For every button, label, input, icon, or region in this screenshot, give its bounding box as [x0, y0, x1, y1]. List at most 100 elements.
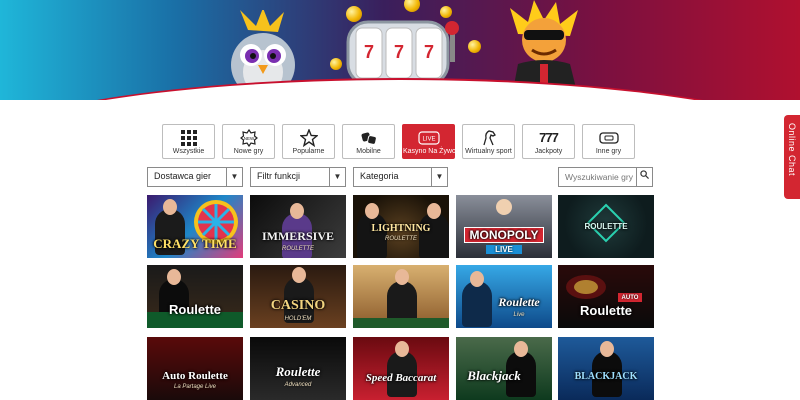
dealer-head — [290, 203, 304, 219]
game-tile-blackjack[interactable]: Blackjack — [456, 337, 552, 400]
category-label: Jackpoty — [534, 148, 563, 155]
game-tile-live-dealer[interactable] — [353, 265, 449, 328]
roulette-wheel-icon — [566, 275, 606, 299]
provider-select[interactable]: Dostawca gier ▼ — [147, 167, 243, 187]
game-subtitle: ROULETTE — [384, 236, 417, 242]
dealer-head — [395, 269, 409, 285]
svg-text:7: 7 — [394, 42, 404, 62]
online-chat-tab[interactable]: Online Chat — [784, 115, 800, 199]
dealer-head — [600, 341, 614, 357]
grid-icon — [163, 128, 214, 147]
dealer-head — [167, 269, 181, 285]
category-select[interactable]: Kategoria ▼ — [353, 167, 448, 187]
dealer-head — [470, 271, 484, 287]
features-select[interactable]: Filtr funkcji ▼ — [250, 167, 346, 187]
online-chat-label: Online Chat — [787, 123, 797, 177]
game-subtitle: LIVE — [486, 245, 522, 254]
game-title: CRAZY TIME — [153, 236, 237, 251]
chevron-down-icon: ▼ — [226, 168, 242, 186]
svg-text:7: 7 — [424, 42, 434, 62]
game-subtitle: Advanced — [284, 382, 312, 388]
category-live-casino[interactable]: LIVE Kasyno Na Żywo — [402, 124, 456, 159]
game-title: BLACKJACK — [574, 371, 638, 382]
game-subtitle: ROULETTE — [281, 246, 314, 252]
category-popular[interactable]: Popularne — [282, 124, 335, 159]
game-title: IMMERSIVE — [261, 229, 334, 243]
category-label: Kasyno Na Żywo — [403, 148, 456, 155]
dealer-head — [427, 203, 441, 219]
game-subtitle: HOLD'EM — [284, 316, 312, 322]
category-label: Nowe gry — [233, 148, 264, 155]
game-title: ROULETTE — [584, 222, 628, 231]
game-tile-auto-roulette[interactable]: AUTO Roulette — [558, 265, 654, 328]
game-title: Roulette — [275, 364, 321, 379]
features-select-value: Filtr funkcji — [257, 171, 301, 181]
game-title: Roulette — [169, 302, 221, 317]
game-subtitle: AUTO — [621, 295, 639, 301]
game-tile-lightning-roulette[interactable]: LIGHTNING ROULETTE — [353, 195, 449, 258]
game-tile-roulette-classic[interactable]: Roulette — [147, 265, 243, 328]
horse-icon — [463, 128, 514, 147]
game-title: Speed Baccarat — [365, 372, 437, 384]
game-title: MONOPOLY — [469, 228, 539, 242]
live-icon: LIVE — [403, 128, 454, 147]
game-tile-crazy-time[interactable]: CRAZY TIME — [147, 195, 243, 258]
game-title: Roulette — [580, 303, 632, 318]
game-tile-monopoly-live[interactable]: MONOPOLY LIVE — [456, 195, 552, 258]
dealer-head — [292, 267, 306, 283]
game-tile-immersive-roulette[interactable]: IMMERSIVE ROULETTE — [250, 195, 346, 258]
game-title: Roulette — [498, 295, 540, 309]
game-subtitle: Live — [513, 312, 525, 318]
game-title: Auto Roulette — [162, 370, 228, 382]
category-select-value: Kategoria — [360, 171, 399, 181]
dealer-head — [395, 341, 409, 357]
game-title: CASINO — [270, 298, 326, 313]
live-icon-text: LIVE — [422, 137, 435, 143]
search-input[interactable] — [559, 168, 637, 186]
category-mobile[interactable]: Mobilne — [342, 124, 395, 159]
category-new[interactable]: NEW Nowe gry — [222, 124, 275, 159]
coin-icon — [468, 40, 481, 53]
category-jackpots[interactable]: 777 Jackpoty — [522, 124, 575, 159]
mr-monopoly-icon — [496, 199, 512, 215]
dealer-head — [163, 199, 177, 215]
game-tile-speed-baccarat[interactable]: Speed Baccarat — [353, 337, 449, 400]
new-badge-icon: NEW — [223, 128, 274, 148]
game-tile-auto-roulette-la-partage[interactable]: Auto Roulette La Partage Live — [147, 337, 243, 400]
category-other-games[interactable]: Inne gry — [582, 124, 635, 159]
game-tile-roulette[interactable]: ROULETTE — [558, 195, 654, 258]
dealer-head — [514, 341, 528, 357]
category-label: Wszystkie — [172, 148, 205, 155]
search-icon — [640, 170, 649, 179]
game-title: Blackjack — [467, 368, 521, 383]
coin-icon — [404, 0, 420, 12]
game-search — [558, 167, 653, 187]
game-tile-roulette-live[interactable]: Roulette Live — [456, 265, 552, 328]
chevron-down-icon: ▼ — [329, 168, 345, 186]
chips-icon — [343, 128, 394, 147]
category-virtual-sport[interactable]: Wirtualny sport — [462, 124, 515, 159]
svg-text:7: 7 — [364, 42, 374, 62]
category-all[interactable]: Wszystkie — [162, 124, 215, 159]
game-subtitle: La Partage Live — [173, 384, 217, 390]
dealer-head — [365, 203, 379, 219]
table-felt — [353, 318, 449, 328]
star-icon — [283, 128, 334, 148]
hero-banner[interactable]: 7 7 7 — [0, 0, 800, 100]
category-label: Wirtualny sport — [465, 148, 512, 155]
page: 7 7 7 Wszystkie NEW Nowe gry Popularne M… — [0, 0, 800, 400]
category-label: Inne gry — [595, 148, 622, 155]
provider-select-value: Dostawca gier — [154, 171, 212, 181]
category-label: Popularne — [292, 148, 325, 155]
svg-text:NEW: NEW — [243, 136, 254, 141]
game-title: LIGHTNING — [371, 223, 431, 234]
game-tile-blackjack-vip[interactable]: BLACKJACK — [558, 337, 654, 400]
game-tile-roulette-advanced[interactable]: Roulette Advanced — [250, 337, 346, 400]
search-button[interactable] — [636, 168, 652, 186]
category-label: Mobilne — [356, 148, 381, 155]
chevron-down-icon: ▼ — [431, 168, 447, 186]
777-icon: 777 — [539, 130, 559, 145]
ticket-icon — [583, 128, 634, 147]
hero-divider — [0, 78, 800, 100]
game-tile-casino-holdem[interactable]: CASINO HOLD'EM — [250, 265, 346, 328]
